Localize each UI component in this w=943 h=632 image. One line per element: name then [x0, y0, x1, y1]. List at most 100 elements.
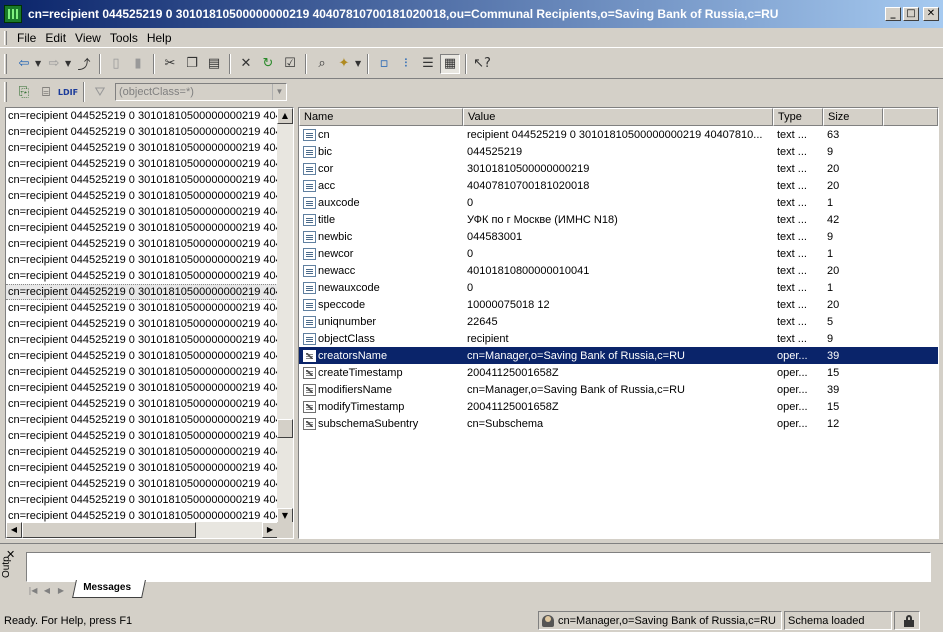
tree-item[interactable]: cn=recipient 044525219 0 301018105000000…	[6, 428, 278, 444]
tree-item[interactable]: cn=recipient 044525219 0 301018105000000…	[6, 108, 278, 124]
tree-item[interactable]: cn=recipient 044525219 0 301018105000000…	[6, 124, 278, 140]
table-row[interactable]: auxcode 0 text ... 1	[299, 194, 938, 211]
tree-item[interactable]: cn=recipient 044525219 0 301018105000000…	[6, 284, 278, 300]
menubar-grip[interactable]	[4, 30, 7, 45]
column-header-name[interactable]: Name	[299, 108, 463, 126]
tab-messages[interactable]: Messages	[72, 580, 146, 598]
table-row[interactable]: objectClass recipient text ... 9	[299, 330, 938, 347]
attribute-type: text ...	[777, 315, 807, 328]
menu-file[interactable]: File	[17, 29, 45, 47]
tree-item[interactable]: cn=recipient 044525219 0 301018105000000…	[6, 492, 278, 508]
vertical-scroll-thumb[interactable]	[277, 419, 293, 438]
find-icon[interactable]: ⌕	[312, 54, 332, 74]
table-row[interactable]: speccode 10000075018 12 text ... 20	[299, 296, 938, 313]
toolbar-grip[interactable]	[4, 53, 7, 74]
properties-icon[interactable]: ☑	[280, 54, 300, 74]
output-messages-box[interactable]	[26, 552, 931, 582]
menu-view[interactable]: View	[75, 29, 110, 47]
copy-icon[interactable]: ❐	[182, 54, 202, 74]
column-header-value[interactable]: Value	[463, 108, 773, 126]
table-row[interactable]: modifyTimestamp 20041125001658Z oper... 15	[299, 398, 938, 415]
table-row[interactable]: cn recipient 044525219 0 3010181050000000…	[299, 126, 938, 143]
toolbar-grip[interactable]	[4, 82, 7, 102]
table-row[interactable]: uniqnumber 22645 text ... 5	[299, 313, 938, 330]
tree-item[interactable]: cn=recipient 044525219 0 301018105000000…	[6, 332, 278, 348]
tree-item[interactable]: cn=recipient 044525219 0 301018105000000…	[6, 444, 278, 460]
column-header-size[interactable]: Size	[823, 108, 883, 126]
forward-icon[interactable]: ⇨	[44, 54, 64, 74]
table-row[interactable]: bic 044525219 text ... 9	[299, 143, 938, 160]
minimize-button[interactable]: _	[885, 7, 901, 21]
cut-icon[interactable]: ✂	[160, 54, 180, 74]
horizontal-scrollbar[interactable]: ◀ ▶	[6, 522, 278, 538]
up-folder-icon[interactable]: ⤴	[74, 54, 94, 74]
tree-item[interactable]: cn=recipient 044525219 0 301018105000000…	[6, 412, 278, 428]
list-view-icon[interactable]: ☰	[418, 54, 438, 74]
new-entry-dropdown-icon[interactable]: ▼	[355, 59, 363, 68]
scroll-left-icon[interactable]: ◀	[6, 522, 22, 538]
disconnect-icon[interactable]: ▯	[106, 54, 126, 74]
chevron-down-icon[interactable]: ▼	[272, 84, 286, 100]
table-row[interactable]: subschemaSubentry cn=Subschema oper... 12	[299, 415, 938, 432]
new-entry-icon[interactable]: ✦	[334, 54, 354, 74]
paste-icon[interactable]: ▤	[204, 54, 224, 74]
table-row[interactable]: creatorsName cn=Manager,o=Saving Bank of …	[299, 347, 938, 364]
small-icons-icon[interactable]: ⁝	[396, 54, 416, 74]
app-icon[interactable]	[4, 5, 22, 23]
close-button[interactable]: ✕	[923, 7, 939, 21]
refresh-icon[interactable]: ↻	[258, 54, 278, 74]
table-row[interactable]: newcor 0 text ... 1	[299, 245, 938, 262]
table-row[interactable]: createTimestamp 20041125001658Z oper... 15	[299, 364, 938, 381]
filter-combobox[interactable]: (objectClass=*) ▼	[115, 83, 287, 101]
table-row[interactable]: title УФК по г Москве (ИМНС N18) text ... 4…	[299, 211, 938, 228]
delete-icon[interactable]: ✕	[236, 54, 256, 74]
forward-dropdown-icon[interactable]: ▼	[65, 59, 73, 68]
large-icons-icon[interactable]: ▫	[374, 54, 394, 74]
import-icon[interactable]: ⎘	[14, 82, 34, 102]
tree-item[interactable]: cn=recipient 044525219 0 301018105000000…	[6, 140, 278, 156]
table-row[interactable]: newacc 40101810800000010041 text ... 20	[299, 262, 938, 279]
tree-item[interactable]: cn=recipient 044525219 0 301018105000000…	[6, 252, 278, 268]
tab-scroll-prev-icon[interactable]: ◀	[40, 584, 54, 598]
tree-item[interactable]: cn=recipient 044525219 0 301018105000000…	[6, 460, 278, 476]
menu-tools[interactable]: Tools	[110, 29, 147, 47]
tree-item[interactable]: cn=recipient 044525219 0 301018105000000…	[6, 396, 278, 412]
tree-item[interactable]: cn=recipient 044525219 0 301018105000000…	[6, 172, 278, 188]
tree-item[interactable]: cn=recipient 044525219 0 301018105000000…	[6, 268, 278, 284]
tree-item[interactable]: cn=recipient 044525219 0 301018105000000…	[6, 476, 278, 492]
table-row[interactable]: modifiersName cn=Manager,o=Saving Bank of…	[299, 381, 938, 398]
column-header-type[interactable]: Type	[773, 108, 823, 126]
tree-item[interactable]: cn=recipient 044525219 0 301018105000000…	[6, 156, 278, 172]
back-dropdown-icon[interactable]: ▼	[35, 59, 43, 68]
maximize-button[interactable]: □	[903, 7, 919, 21]
scroll-right-icon[interactable]: ▶	[262, 522, 278, 538]
export-icon[interactable]: ⌸	[36, 82, 56, 102]
tree-item[interactable]: cn=recipient 044525219 0 301018105000000…	[6, 188, 278, 204]
pane-splitter[interactable]	[0, 540, 943, 544]
menu-help[interactable]: Help	[147, 29, 181, 47]
tree-item[interactable]: cn=recipient 044525219 0 301018105000000…	[6, 220, 278, 236]
tree-item[interactable]: cn=recipient 044525219 0 301018105000000…	[6, 348, 278, 364]
scroll-up-icon[interactable]: ▲	[277, 108, 293, 124]
tree-item[interactable]: cn=recipient 044525219 0 301018105000000…	[6, 236, 278, 252]
back-icon[interactable]: ⇦	[14, 54, 34, 74]
vertical-scrollbar[interactable]: ▲ ▼	[277, 108, 293, 524]
ldif-icon[interactable]: LDIF	[58, 82, 78, 102]
tree-item[interactable]: cn=recipient 044525219 0 301018105000000…	[6, 316, 278, 332]
connect-icon[interactable]: ▮	[128, 54, 148, 74]
tree-item[interactable]: cn=recipient 044525219 0 301018105000000…	[6, 204, 278, 220]
tree-item[interactable]: cn=recipient 044525219 0 301018105000000…	[6, 380, 278, 396]
table-row[interactable]: newbic 044583001 text ... 9	[299, 228, 938, 245]
tree-item[interactable]: cn=recipient 044525219 0 301018105000000…	[6, 364, 278, 380]
menu-edit[interactable]: Edit	[45, 29, 75, 47]
table-row[interactable]: cor 30101810500000000219 text ... 20	[299, 160, 938, 177]
details-view-icon[interactable]: ▦	[440, 53, 460, 74]
table-row[interactable]: newauxcode 0 text ... 1	[299, 279, 938, 296]
filter-icon[interactable]: ⛛	[90, 82, 110, 102]
horizontal-scroll-thumb[interactable]	[22, 522, 196, 538]
context-help-icon[interactable]: ↖?	[472, 54, 492, 74]
tree-item[interactable]: cn=recipient 044525219 0 301018105000000…	[6, 300, 278, 316]
tab-scroll-first-icon[interactable]: |◀	[26, 584, 40, 598]
tab-scroll-next-icon[interactable]: ▶	[54, 584, 68, 598]
table-row[interactable]: acc 40407810700181020018 text ... 20	[299, 177, 938, 194]
